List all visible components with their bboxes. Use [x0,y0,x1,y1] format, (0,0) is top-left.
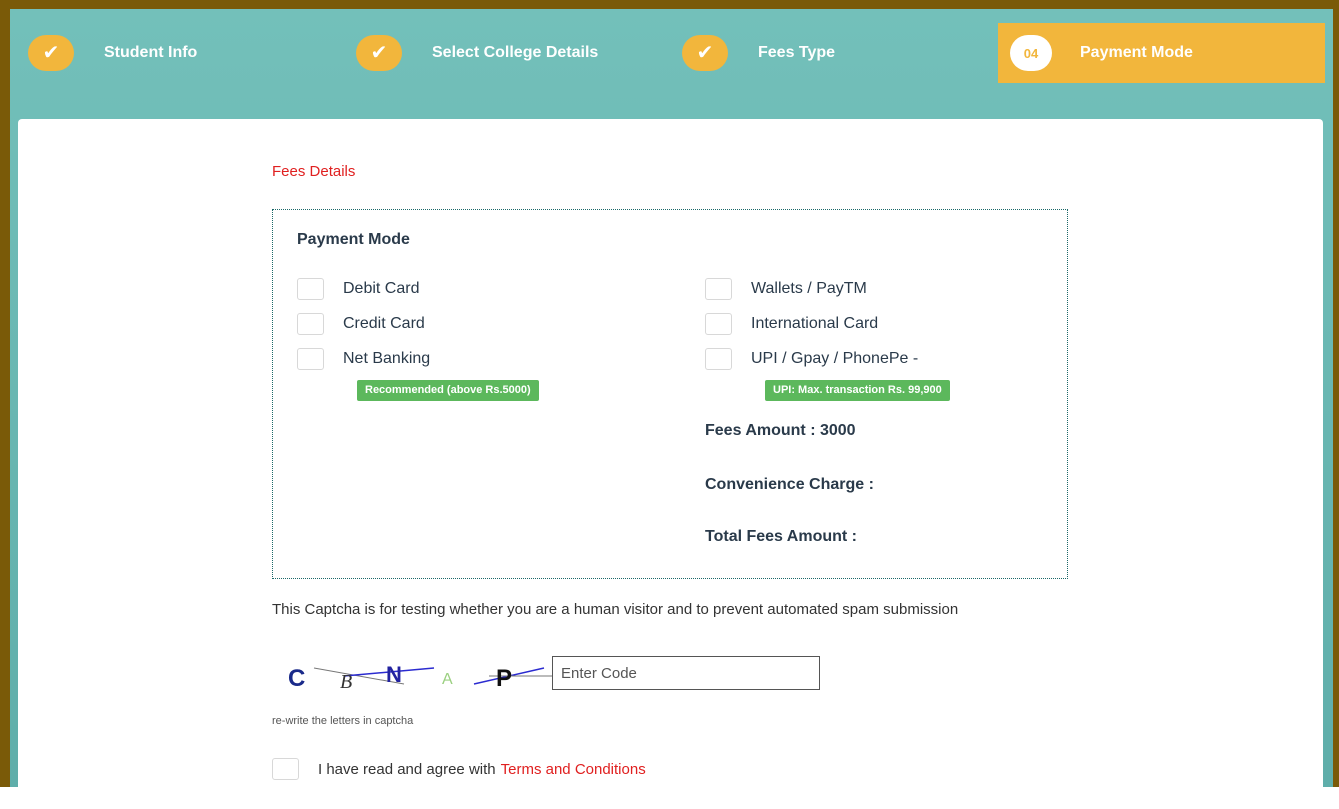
step-number: 04 [1010,35,1052,71]
option-debit-card[interactable]: Debit Card [297,278,419,300]
captcha-letter: B [340,671,352,693]
step-label: Fees Type [758,44,836,61]
option-label: Debit Card [343,280,420,297]
upi-limit-badge: UPI: Max. transaction Rs. 99,900 [765,380,950,401]
payment-card: Fees Details Payment Mode Debit Card Cre… [18,119,1323,809]
captcha-code-input[interactable] [552,656,820,690]
step-select-college-details[interactable]: ✔ Select College Details [356,23,598,83]
captcha-hint: re-write the letters in captcha [272,715,414,727]
captcha-letter: N [386,662,402,687]
option-label: International Card [751,315,879,332]
option-upi[interactable]: UPI / Gpay / PhonePe - [705,348,918,370]
convenience-charge: Convenience Charge : [705,476,874,493]
check-icon: ✔ [356,35,402,71]
captcha-letter: P [496,665,512,692]
wizard-frame: ✔ Student Info ✔ Select College Details … [0,0,1339,809]
option-net-banking[interactable]: Net Banking [297,348,430,370]
recommended-badge: Recommended (above Rs.5000) [357,380,539,401]
check-icon: ✔ [682,35,728,71]
payment-mode-box: Payment Mode Debit Card Credit Card Net … [272,209,1068,579]
debit-card-checkbox[interactable] [297,278,324,300]
progress-stepper: ✔ Student Info ✔ Select College Details … [10,9,1333,91]
upi-checkbox[interactable] [705,348,732,370]
international-card-checkbox[interactable] [705,313,732,335]
terms-text: I have read and agree with [318,760,496,778]
step-label: Payment Mode [1080,44,1193,61]
step-label: Select College Details [432,44,599,61]
credit-card-checkbox[interactable] [297,313,324,335]
option-label: UPI / Gpay / PhonePe - [751,350,919,367]
step-student-info[interactable]: ✔ Student Info [28,23,197,83]
wallets-checkbox[interactable] [705,278,732,300]
payment-mode-heading: Payment Mode [297,231,410,248]
step-label: Student Info [104,44,198,61]
option-label: Credit Card [343,315,425,332]
captcha-image: C B N A P [288,662,554,693]
terms-agree[interactable]: I have read and agree with Terms and Con… [272,758,646,780]
fees-amount: Fees Amount : 3000 [705,422,856,439]
terms-checkbox[interactable] [272,758,299,780]
option-international-card[interactable]: International Card [705,313,878,335]
captcha-letter: C [288,665,305,692]
step-payment-mode[interactable]: 04 Payment Mode [998,23,1325,83]
fees-details-heading: Fees Details [272,163,356,180]
total-fees-amount: Total Fees Amount : [705,528,857,545]
captcha-description: This Captcha is for testing whether you … [272,601,959,618]
option-label: Wallets / PayTM [751,280,867,297]
option-credit-card[interactable]: Credit Card [297,313,425,335]
option-wallets-paytm[interactable]: Wallets / PayTM [705,278,867,300]
captcha-letter: A [442,671,453,688]
net-banking-checkbox[interactable] [297,348,324,370]
option-label: Net Banking [343,350,431,367]
check-icon: ✔ [28,35,74,71]
step-fees-type[interactable]: ✔ Fees Type [682,23,835,83]
terms-link[interactable]: Terms and Conditions [501,761,646,778]
